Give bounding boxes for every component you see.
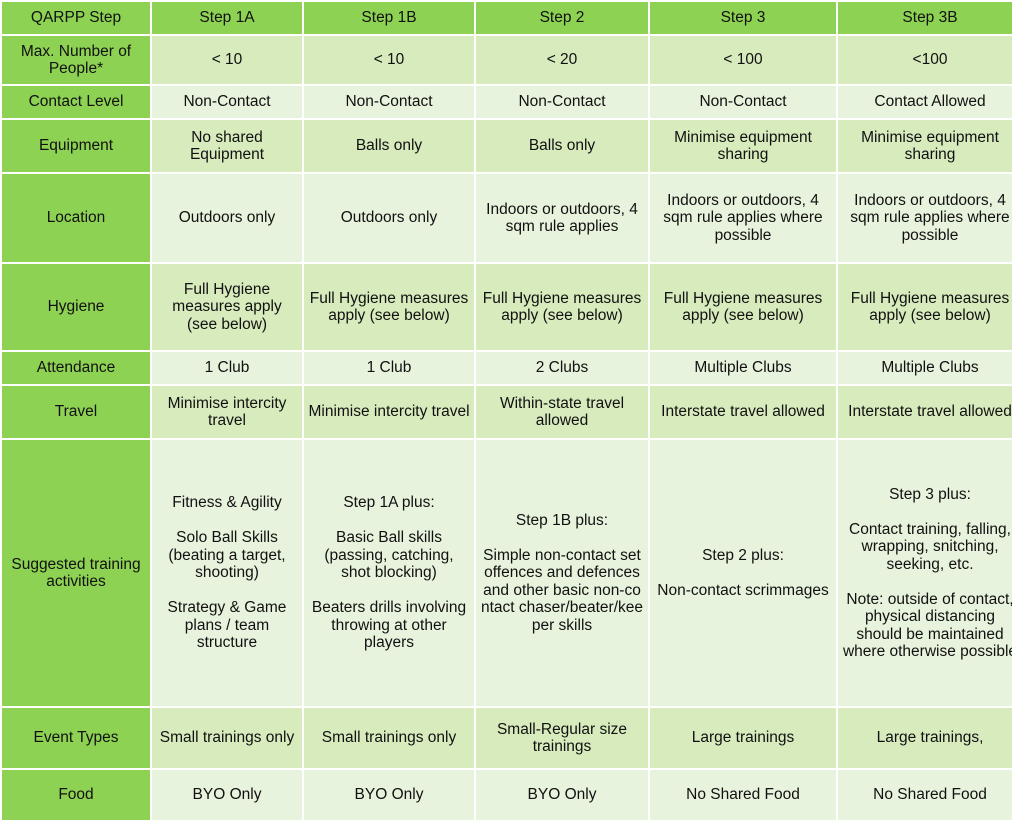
table-row-contact-level: Contact Level Non-Contact Non-Contact No… — [2, 86, 1012, 118]
cell-training-step-2: Step 1B plus: Simple non-contact set off… — [476, 440, 648, 706]
cell-location-step-1a: Outdoors only — [152, 174, 302, 262]
table-row-event-types: Event Types Small trainings only Small t… — [2, 708, 1012, 768]
row-label-equipment: Equipment — [2, 120, 150, 172]
table-row-location: Location Outdoors only Outdoors only Ind… — [2, 174, 1012, 262]
cell-travel-step-1b: Minimise intercity travel — [304, 386, 474, 438]
cell-event-types-step-3: Large trainings — [650, 708, 836, 768]
cell-location-step-1b: Outdoors only — [304, 174, 474, 262]
column-header-step-2: Step 2 — [476, 2, 648, 34]
cell-travel-step-3: Interstate travel allowed — [650, 386, 836, 438]
cell-travel-step-2: Within-state travel allowed — [476, 386, 648, 438]
table-row-max-number-of-people: Max. Number of People* < 10 < 10 < 20 < … — [2, 36, 1012, 84]
table-row-hygiene: Hygiene Full Hygiene measures apply (see… — [2, 264, 1012, 350]
cell-hygiene-step-1a: Full Hygiene measures apply (see below) — [152, 264, 302, 350]
cell-travel-step-1a: Minimise intercity travel — [152, 386, 302, 438]
cell-event-types-step-1b: Small trainings only — [304, 708, 474, 768]
cell-attendance-step-3b: Multiple Clubs — [838, 352, 1012, 384]
column-header-qarpp-step: QARPP Step — [2, 2, 150, 34]
cell-location-step-3: Indoors or outdoors, 4 sqm rule applies … — [650, 174, 836, 262]
cell-max-people-step-3: < 100 — [650, 36, 836, 84]
row-label-max-number-of-people: Max. Number of People* — [2, 36, 150, 84]
table-row-travel: Travel Minimise intercity travel Minimis… — [2, 386, 1012, 438]
cell-location-step-3b: Indoors or outdoors, 4 sqm rule applies … — [838, 174, 1012, 262]
row-label-event-types: Event Types — [2, 708, 150, 768]
row-label-contact-level: Contact Level — [2, 86, 150, 118]
cell-training-step-1b: Step 1A plus: Basic Ball skills (passing… — [304, 440, 474, 706]
column-header-step-3b: Step 3B — [838, 2, 1012, 34]
cell-event-types-step-3b: Large trainings, — [838, 708, 1012, 768]
cell-travel-step-3b: Interstate travel allowed — [838, 386, 1012, 438]
cell-max-people-step-1a: < 10 — [152, 36, 302, 84]
cell-max-people-step-2: < 20 — [476, 36, 648, 84]
cell-contact-level-step-2: Non-Contact — [476, 86, 648, 118]
cell-location-step-2: Indoors or outdoors, 4 sqm rule applies — [476, 174, 648, 262]
cell-equipment-step-3b: Minimise equipment sharing — [838, 120, 1012, 172]
row-label-attendance: Attendance — [2, 352, 150, 384]
cell-food-step-1b: BYO Only — [304, 770, 474, 820]
cell-hygiene-step-3b: Full Hygiene measures apply (see below) — [838, 264, 1012, 350]
cell-training-step-1a: Fitness & Agility Solo Ball Skills (beat… — [152, 440, 302, 706]
table-row-equipment: Equipment No shared Equipment Balls only… — [2, 120, 1012, 172]
cell-contact-level-step-1a: Non-Contact — [152, 86, 302, 118]
cell-attendance-step-2: 2 Clubs — [476, 352, 648, 384]
table-row-food: Food BYO Only BYO Only BYO Only No Share… — [2, 770, 1012, 820]
row-label-travel: Travel — [2, 386, 150, 438]
cell-contact-level-step-3: Non-Contact — [650, 86, 836, 118]
cell-attendance-step-1b: 1 Club — [304, 352, 474, 384]
cell-max-people-step-3b: <100 — [838, 36, 1012, 84]
cell-training-step-3: Step 2 plus: Non-contact scrimmages — [650, 440, 836, 706]
cell-equipment-step-2: Balls only — [476, 120, 648, 172]
column-header-step-1a: Step 1A — [152, 2, 302, 34]
table-header-row: QARPP Step Step 1A Step 1B Step 2 Step 3… — [2, 2, 1012, 34]
table-row-attendance: Attendance 1 Club 1 Club 2 Clubs Multipl… — [2, 352, 1012, 384]
row-label-suggested-training-activities: Suggested training activities — [2, 440, 150, 706]
cell-hygiene-step-2: Full Hygiene measures apply (see below) — [476, 264, 648, 350]
cell-equipment-step-1a: No shared Equipment — [152, 120, 302, 172]
cell-hygiene-step-3: Full Hygiene measures apply (see below) — [650, 264, 836, 350]
cell-hygiene-step-1b: Full Hygiene measures apply (see below) — [304, 264, 474, 350]
cell-food-step-3: No Shared Food — [650, 770, 836, 820]
cell-contact-level-step-3b: Contact Allowed — [838, 86, 1012, 118]
cell-food-step-3b: No Shared Food — [838, 770, 1012, 820]
qarpp-step-table: QARPP Step Step 1A Step 1B Step 2 Step 3… — [0, 0, 1012, 822]
cell-contact-level-step-1b: Non-Contact — [304, 86, 474, 118]
cell-food-step-1a: BYO Only — [152, 770, 302, 820]
row-label-hygiene: Hygiene — [2, 264, 150, 350]
row-label-food: Food — [2, 770, 150, 820]
cell-attendance-step-3: Multiple Clubs — [650, 352, 836, 384]
cell-food-step-2: BYO Only — [476, 770, 648, 820]
cell-equipment-step-1b: Balls only — [304, 120, 474, 172]
cell-equipment-step-3: Minimise equipment sharing — [650, 120, 836, 172]
cell-event-types-step-2: Small-Regular size trainings — [476, 708, 648, 768]
column-header-step-1b: Step 1B — [304, 2, 474, 34]
row-label-location: Location — [2, 174, 150, 262]
table-row-suggested-training-activities: Suggested training activities Fitness & … — [2, 440, 1012, 706]
cell-max-people-step-1b: < 10 — [304, 36, 474, 84]
cell-attendance-step-1a: 1 Club — [152, 352, 302, 384]
cell-training-step-3b: Step 3 plus: Contact training, falling, … — [838, 440, 1012, 706]
column-header-step-3: Step 3 — [650, 2, 836, 34]
cell-event-types-step-1a: Small trainings only — [152, 708, 302, 768]
